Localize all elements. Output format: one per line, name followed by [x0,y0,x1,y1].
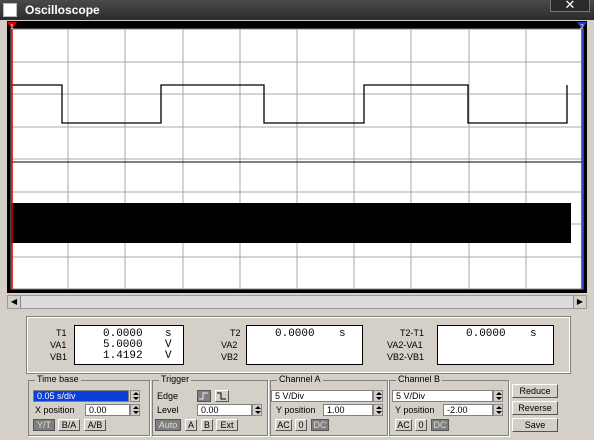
vb1-value: 1.4192 [103,350,143,362]
channel-b-y-position-label: Y position [395,405,435,415]
measurement-panel: T1 VA1 VB1 0.0000 s 5.0000 V 1.4192 V T2… [26,316,571,374]
channel-a-zero-button[interactable]: 0 [295,419,307,431]
channel-a-title: Channel A [277,374,323,384]
cursor-2-label: 2 [580,24,584,31]
rising-edge-button[interactable] [197,390,211,402]
oscilloscope-screen: 1 2 [7,21,587,293]
time-base-scale-spinner[interactable] [130,390,140,402]
readout-box-1: 0.0000 s 5.0000 V 1.4192 V [74,325,184,365]
horizontal-scrollbar[interactable]: ◀ ▶ [7,295,587,309]
scroll-right-button[interactable]: ▶ [573,296,586,308]
app-icon [3,3,17,17]
channel-b-trace [11,203,571,243]
channel-b-scale-spinner[interactable] [493,390,503,402]
mode-yt-button[interactable]: Y/T [33,419,55,431]
falling-edge-icon [217,392,226,400]
trigger-ext-button[interactable]: Ext [216,419,238,431]
level-field[interactable]: 0.00 [197,404,252,416]
channel-b-y-position-spinner[interactable] [493,404,503,416]
channel-a-ac-button[interactable]: AC [275,419,292,431]
vb2-label: VB2 [221,352,239,362]
title-bar: Oscilloscope ✕ [0,0,594,20]
trigger-a-button[interactable]: A [185,419,197,431]
va1-label: VA1 [50,340,67,350]
channel-b-title: Channel B [396,374,443,384]
reverse-button[interactable]: Reverse [512,401,558,415]
t2-t1-label: T2-T1 [400,328,425,338]
channel-a-y-position-label: Y position [276,405,316,415]
channel-a-group: Channel A 5 V/Div Y position 1.00 AC 0 D… [270,374,388,436]
va2-label: VA2 [221,340,238,350]
channel-b-zero-button[interactable]: 0 [415,419,427,431]
vb1-label: VB1 [50,352,68,362]
channel-a-dc-button[interactable]: DC [311,419,329,431]
x-position-spinner[interactable] [130,404,140,416]
readout-box-2: 0.0000 s [246,325,363,365]
t2-unit: s [339,328,346,340]
window-title: Oscilloscope [25,3,100,17]
rising-edge-icon [199,392,208,400]
trigger-b-button[interactable]: B [201,419,213,431]
reduce-button[interactable]: Reduce [512,384,558,398]
close-button[interactable]: ✕ [550,0,590,12]
time-base-title: Time base [35,374,81,384]
trigger-group: Trigger Edge Level 0.00 Auto A B Ext [152,374,268,436]
t2-label: T2 [230,328,241,338]
trigger-title: Trigger [159,374,192,384]
channel-b-scale-field[interactable]: 5 V/Div [392,390,493,402]
channel-b-ac-button[interactable]: AC [395,419,412,431]
mode-ab-button[interactable]: A/B [84,419,106,431]
falling-edge-button[interactable] [215,390,229,402]
t2-value: 0.0000 [275,328,315,340]
time-base-scale-field[interactable]: 0.05 s/div [33,390,129,402]
time-base-group: Time base 0.05 s/div X position 0.00 Y/T… [28,374,150,436]
va2-va1-label: VA2-VA1 [387,340,423,350]
level-spinner[interactable] [252,404,262,416]
x-position-field[interactable]: 0.00 [85,404,130,416]
vb1-unit: V [165,350,172,362]
x-position-label: X position [35,405,75,415]
readout-box-3: 0.0000 s [437,325,554,365]
t2-t1-unit: s [530,328,537,340]
channel-b-dc-button[interactable]: DC [431,419,449,431]
channel-a-scale-field[interactable]: 5 V/Div [271,390,373,402]
level-label: Level [157,405,179,415]
channel-a-y-position-spinner[interactable] [373,404,383,416]
channel-b-y-position-field[interactable]: -2.00 [443,404,493,416]
t1-label: T1 [56,328,67,338]
vb2-vb1-label: VB2-VB1 [387,352,425,362]
mode-ba-button[interactable]: B/A [58,419,80,431]
t2-t1-value: 0.0000 [466,328,506,340]
save-button[interactable]: Save [512,418,558,432]
edge-label: Edge [157,391,179,401]
trigger-auto-button[interactable]: Auto [155,419,181,431]
cursor-1-label: 1 [10,24,14,31]
channel-a-scale-spinner[interactable] [373,390,383,402]
scope-display: 1 2 [7,22,587,290]
channel-a-y-position-field[interactable]: 1.00 [323,404,373,416]
scroll-left-button[interactable]: ◀ [8,296,21,308]
channel-b-group: Channel B 5 V/Div Y position -2.00 AC 0 … [389,374,509,436]
